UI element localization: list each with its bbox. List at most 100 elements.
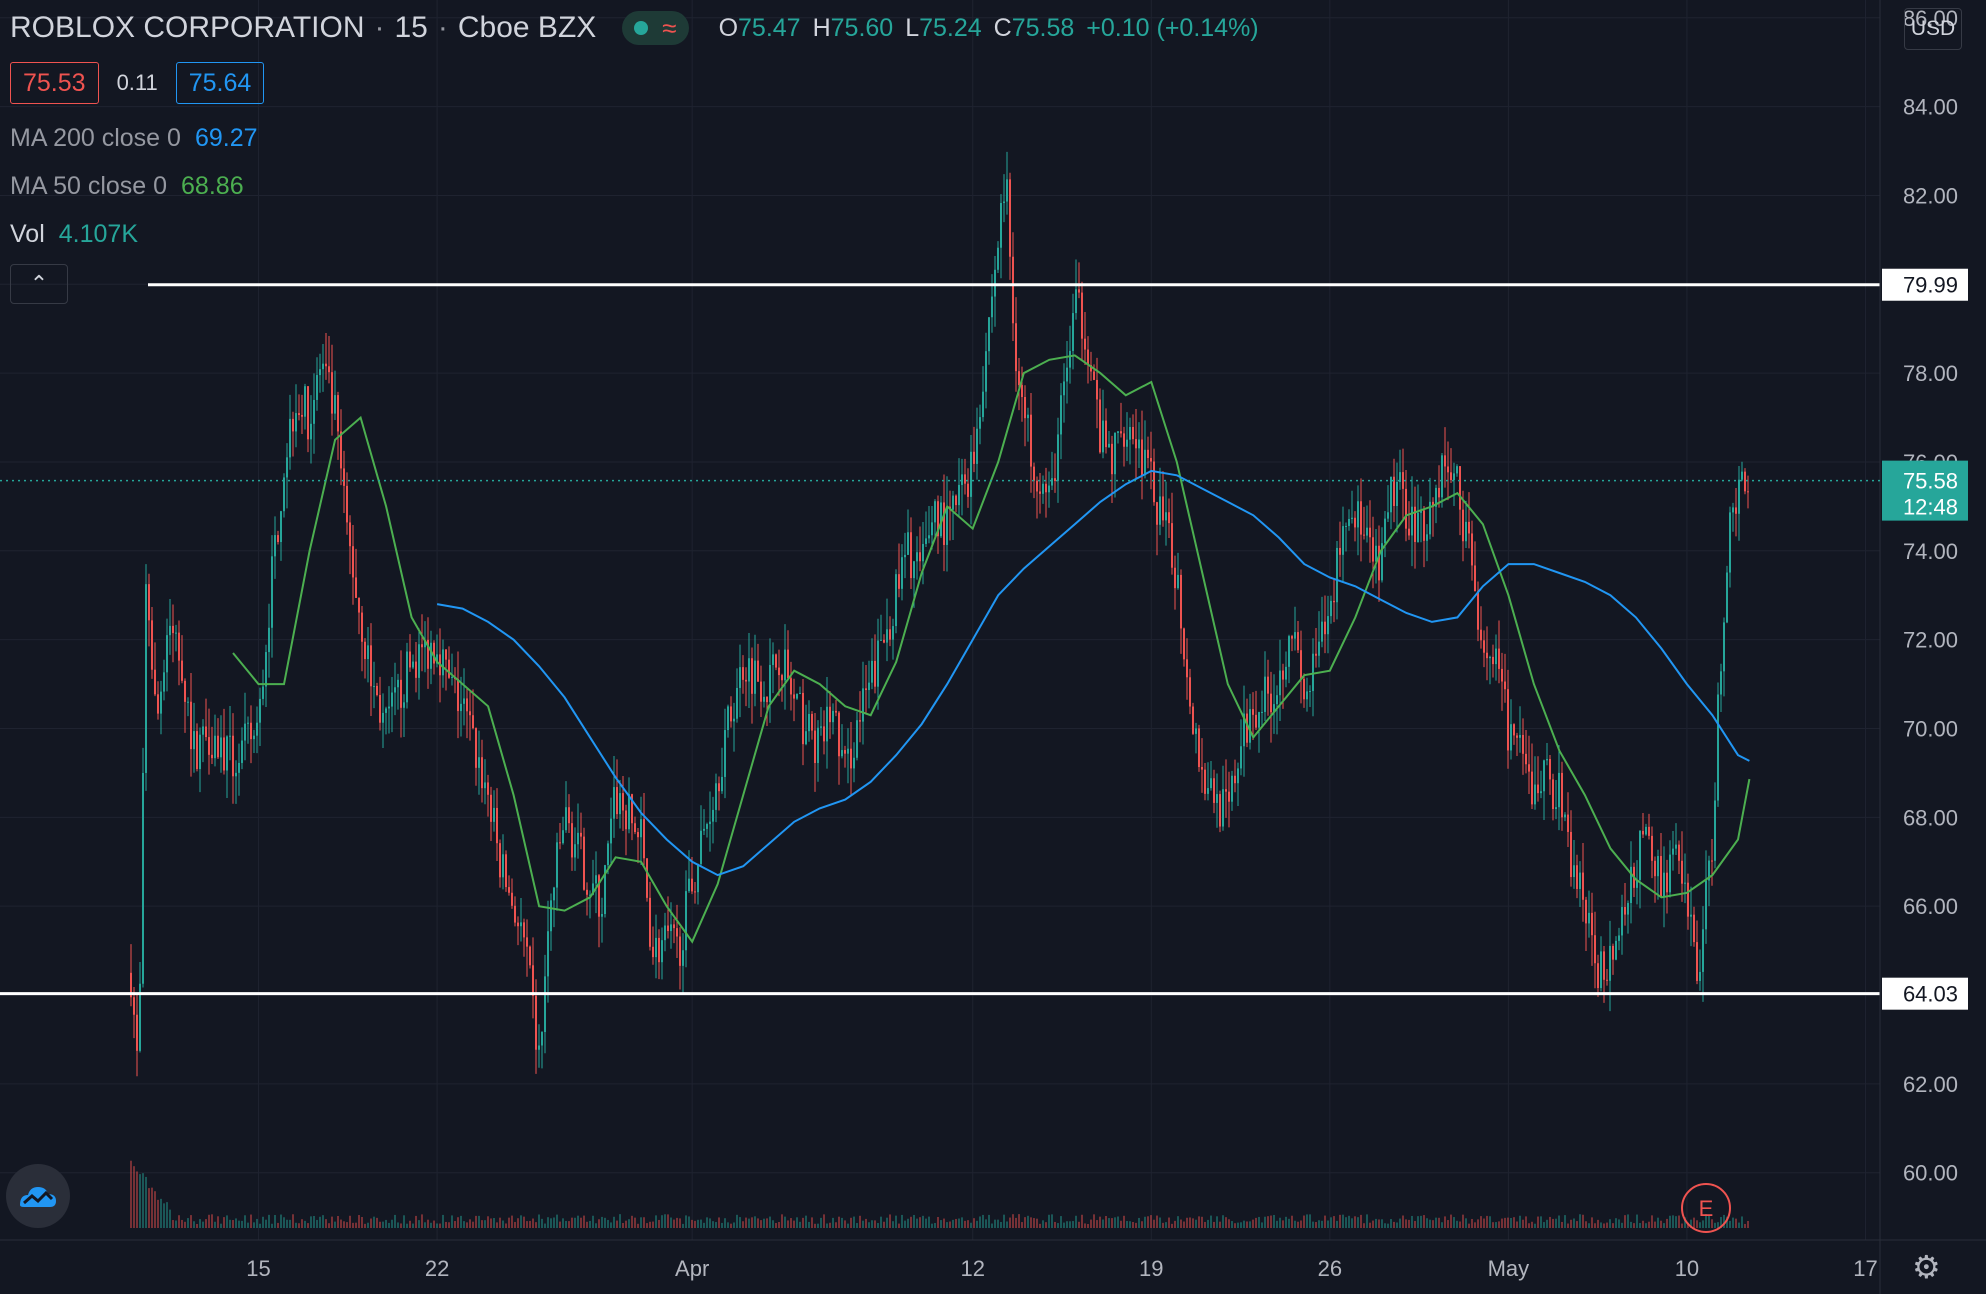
candle-body xyxy=(1069,350,1071,368)
candle-body xyxy=(1477,591,1479,630)
volume-bar xyxy=(1432,1220,1434,1228)
candle-body xyxy=(325,363,327,367)
candle-body xyxy=(676,928,678,937)
tradingview-logo[interactable] xyxy=(6,1164,70,1228)
candle-body xyxy=(394,687,396,693)
ma50-legend[interactable]: MA 50 close 0 68.86 xyxy=(10,172,244,201)
candle-body xyxy=(1705,880,1707,930)
volume-bar xyxy=(1441,1222,1443,1228)
volume-bar xyxy=(1270,1215,1272,1228)
candle-body xyxy=(1741,471,1743,480)
candle-body xyxy=(913,561,915,579)
candle-body xyxy=(1096,379,1098,400)
volume-bar xyxy=(637,1223,639,1228)
level-price-label: 79.99 xyxy=(1903,273,1958,298)
moving-average-lines xyxy=(232,354,1751,944)
candle-body xyxy=(313,399,315,424)
time-axis[interactable]: 15 22 Apr 12 19 26 May 10 17 xyxy=(0,1239,1986,1281)
volume-bar xyxy=(892,1221,894,1228)
volume-bar xyxy=(538,1214,540,1228)
volume-bar xyxy=(940,1220,942,1228)
volume-bar xyxy=(622,1222,624,1228)
price-chart[interactable]: 60.0062.0064.0066.0068.0070.0072.0074.00… xyxy=(0,0,1986,1294)
candle-body xyxy=(301,415,303,417)
candle-body xyxy=(1501,668,1503,682)
ma50-label: MA 50 close 0 xyxy=(10,172,168,200)
volume-bar xyxy=(685,1215,687,1228)
candle-body xyxy=(1462,509,1464,542)
volume-bar xyxy=(952,1219,954,1228)
volume-bar xyxy=(1003,1214,1005,1228)
candle-body xyxy=(1288,636,1290,667)
candle-body xyxy=(1327,616,1329,635)
volume-bar xyxy=(634,1217,636,1228)
volume-bar xyxy=(1678,1215,1680,1228)
candle-body xyxy=(160,691,162,714)
volume-bar xyxy=(532,1218,534,1228)
volume-bar xyxy=(553,1217,555,1228)
candle-body xyxy=(280,511,282,543)
symbol-name[interactable]: ROBLOX CORPORATION xyxy=(10,11,365,45)
open-label: O xyxy=(718,13,739,42)
market-status-pill[interactable]: ≈ xyxy=(622,11,689,45)
candle-body xyxy=(361,612,363,642)
collapse-legend-button[interactable]: ⌃ xyxy=(10,264,68,304)
volume-bar xyxy=(217,1216,219,1228)
volume-bar xyxy=(241,1220,243,1228)
volume-bar xyxy=(577,1215,579,1228)
candle-body xyxy=(1651,835,1653,861)
candle-body xyxy=(460,703,462,712)
candle-body xyxy=(1015,323,1017,372)
candle-body xyxy=(1315,653,1317,656)
volume-bar xyxy=(484,1220,486,1228)
separator: · xyxy=(437,11,448,44)
volume-bar xyxy=(796,1217,798,1228)
interval-label[interactable]: 15 xyxy=(395,11,428,45)
candle-body xyxy=(1285,666,1287,680)
volume-bar xyxy=(1546,1219,1548,1228)
candle-body xyxy=(907,532,909,555)
candle-body xyxy=(187,701,189,703)
volume-bar xyxy=(1627,1214,1629,1228)
volume-bar xyxy=(199,1219,201,1228)
candle-body xyxy=(1588,912,1590,924)
candle-body xyxy=(1291,636,1293,639)
volume-bar xyxy=(1420,1215,1422,1228)
volume-legend[interactable]: Vol 4.107K xyxy=(10,220,138,249)
candle-body xyxy=(1006,179,1008,202)
candle-body xyxy=(997,247,999,270)
candle-body xyxy=(232,735,234,777)
candle-body xyxy=(250,722,252,740)
price-axis[interactable]: 60.0062.0064.0066.0068.0070.0072.0074.00… xyxy=(1879,0,1958,1294)
volume-bar xyxy=(568,1221,570,1228)
candle-body xyxy=(331,372,333,414)
ma200-legend[interactable]: MA 200 close 0 69.27 xyxy=(10,124,258,153)
candle-body xyxy=(1696,942,1698,981)
volume-bar xyxy=(1039,1223,1041,1228)
settings-gear-icon[interactable]: ⚙ xyxy=(1912,1248,1941,1286)
volume-bar xyxy=(1594,1223,1596,1228)
volume-bar xyxy=(1387,1223,1389,1228)
volume-bar xyxy=(775,1223,777,1228)
candle-body xyxy=(415,661,417,678)
volume-bar xyxy=(931,1223,933,1228)
volume-bar xyxy=(922,1215,924,1228)
sell-price-button[interactable]: 75.53 xyxy=(10,62,99,104)
volume-bar xyxy=(1216,1216,1218,1228)
volume-bar xyxy=(1234,1223,1236,1228)
candle-body xyxy=(1600,951,1602,989)
volume-bar xyxy=(1129,1221,1131,1228)
candle-body xyxy=(916,552,918,562)
candle-body xyxy=(490,794,492,822)
ma50-line[interactable] xyxy=(232,354,1751,944)
volume-bar xyxy=(145,1176,147,1228)
volume-bar xyxy=(1438,1217,1440,1228)
candle-body xyxy=(1054,478,1056,481)
candle-body xyxy=(634,823,636,833)
currency-button[interactable]: USD xyxy=(1904,8,1962,50)
volume-bar xyxy=(1378,1219,1380,1228)
volume-bar xyxy=(280,1214,282,1228)
volume-bar xyxy=(871,1220,873,1228)
buy-price-button[interactable]: 75.64 xyxy=(175,62,265,104)
volume-bar xyxy=(1579,1214,1581,1228)
